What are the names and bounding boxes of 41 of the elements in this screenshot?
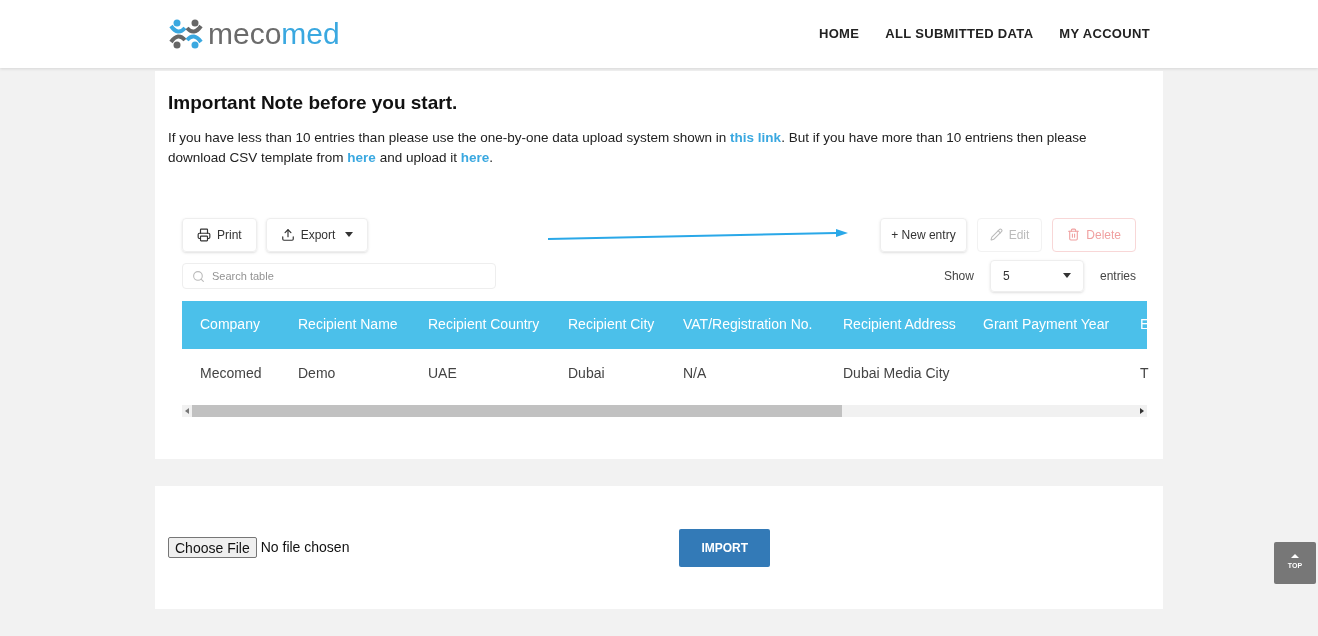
table-cell: Demo <box>298 365 336 381</box>
caret-icon <box>1062 273 1071 278</box>
export-button[interactable]: Export <box>265 217 369 252</box>
trash-icon <box>1067 228 1081 241</box>
print-button[interactable]: Print <box>182 217 257 252</box>
import-button[interactable]: IMPORT <box>679 528 771 567</box>
chevron-up-icon <box>1291 554 1299 559</box>
show-label: Show <box>943 267 974 285</box>
note-text: If you have less than 10 entries than please use the one-by-one data upload system shown in this link. But if you have more than 10 entriens then please download CSV template from here and upload it here. <box>168 128 1088 167</box>
search-field[interactable]: Search table <box>182 262 496 289</box>
table-cell: Mecomed <box>200 365 262 381</box>
scroll-left-icon[interactable] <box>185 407 189 414</box>
table-cell: N/A <box>683 365 707 381</box>
printer-icon <box>197 227 211 242</box>
nav-link[interactable]: MY ACCOUNT <box>1059 24 1150 44</box>
note-title: Important Note before you start. <box>168 91 459 115</box>
table-cell: T <box>1140 365 1149 381</box>
search-icon <box>192 269 205 283</box>
column-header: Grant Payment Year <box>965 300 1122 349</box>
column-header: VAT/Registration No. <box>665 300 825 349</box>
upload-icon <box>280 227 295 242</box>
table-cell: Dubai <box>568 365 605 381</box>
column-header: Company <box>182 300 280 349</box>
new-entry-button[interactable]: + New entry <box>880 217 967 252</box>
entries-label: entries <box>1099 267 1136 285</box>
caret-icon <box>345 232 354 237</box>
column-header: Recipient City <box>550 300 665 349</box>
column-header: Recipient Address <box>825 300 965 349</box>
nav-link[interactable]: HOME <box>818 24 860 44</box>
column-header: Recipient Country <box>410 300 550 349</box>
column-header: Recipient Name <box>280 300 410 349</box>
page-size-select[interactable]: 5 <box>989 259 1084 292</box>
logo-wordmark: mecomed <box>208 19 340 49</box>
horizontal-scrollbar[interactable] <box>182 404 1147 417</box>
choose-file-button[interactable]: Choose File <box>168 537 257 558</box>
nav-link[interactable]: ALL SUBMITTED DATA <box>885 24 1034 44</box>
file-status: No file chosen <box>260 538 350 557</box>
table-cell: UAE <box>428 365 457 381</box>
table-cell: Dubai Media City <box>843 365 950 381</box>
pencil-icon <box>989 228 1003 241</box>
scroll-right-icon[interactable] <box>1140 407 1144 414</box>
